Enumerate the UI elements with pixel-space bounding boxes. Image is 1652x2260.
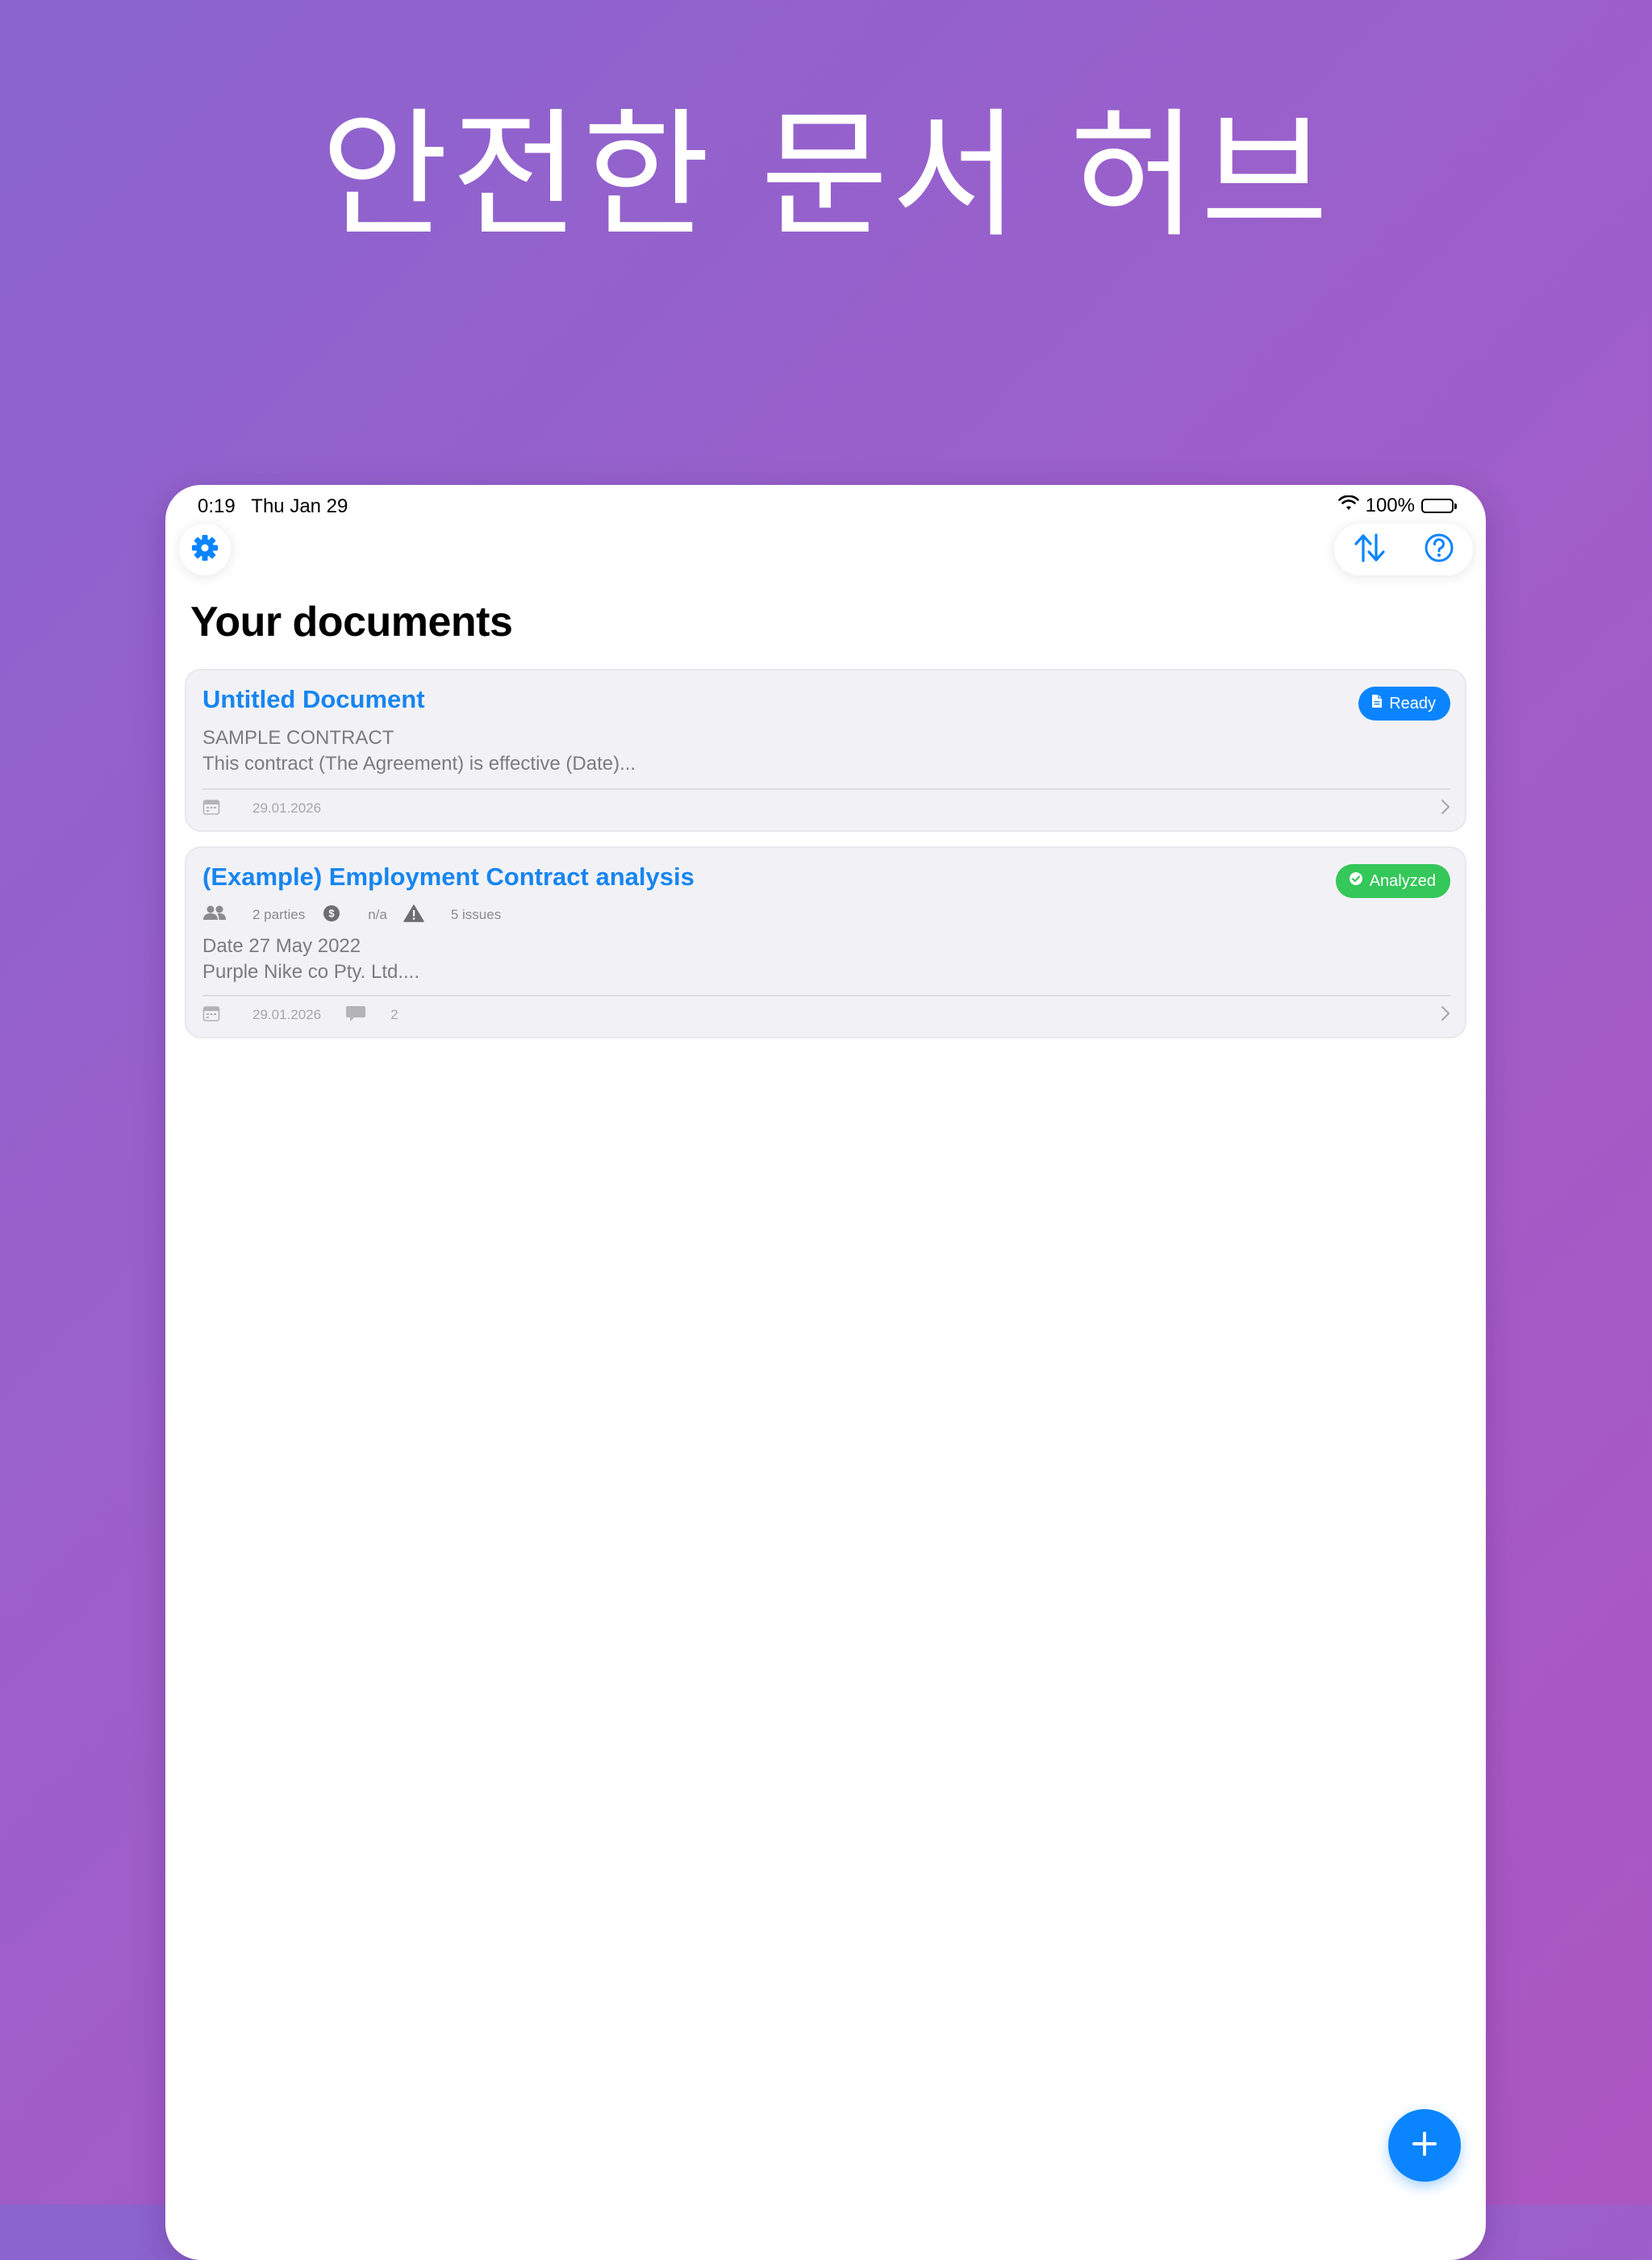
divider	[202, 788, 1450, 790]
card-footer: 29.01.2026 2	[202, 1003, 1450, 1027]
headline: 안전한 문서 허브	[320, 94, 1332, 257]
status-indicators: 100%	[1337, 495, 1457, 517]
wifi-icon	[1337, 495, 1359, 517]
status-badge-label: Analyzed	[1369, 871, 1436, 890]
page-title: Your documents	[190, 599, 513, 645]
document-date: 29.01.2026	[252, 1007, 322, 1022]
status-badge-label: Ready	[1389, 694, 1436, 712]
status-bar: 0:19 Thu Jan 29 100%	[165, 485, 1486, 527]
card-footer: 29.01.2026	[202, 796, 1450, 821]
people-icon	[202, 904, 227, 926]
divider	[202, 995, 1450, 996]
contract-value: n/a	[368, 907, 387, 922]
preview-line: SAMPLE CONTRACT	[202, 727, 394, 749]
analysis-meta: 2 parties $ n/a 5 issues	[202, 903, 501, 927]
sort-arrows-icon	[1352, 533, 1387, 567]
status-time: 0:19 Thu Jan 29	[198, 495, 348, 518]
issues-count: 5 issues	[450, 907, 502, 922]
help-icon	[1423, 533, 1455, 567]
document-icon	[1371, 694, 1383, 713]
ipad-screen: 0:19 Thu Jan 29 100% Your documents Unti…	[165, 485, 1486, 2260]
status-badge: Analyzed	[1335, 864, 1450, 898]
calendar-icon	[202, 1005, 220, 1026]
help-button[interactable]	[1423, 532, 1455, 568]
chevron-right-icon	[1441, 1005, 1450, 1026]
sort-button[interactable]	[1352, 532, 1387, 568]
document-card[interactable]: (Example) Employment Contract analysis A…	[185, 846, 1466, 1038]
toolbar-right	[1334, 524, 1473, 575]
preview-line: Date 27 May 2022	[202, 935, 361, 957]
svg-text:$: $	[329, 907, 336, 919]
document-title: (Example) Employment Contract analysis	[202, 863, 695, 891]
battery-icon	[1421, 499, 1457, 513]
status-clock: 0:19	[198, 495, 236, 517]
gear-icon	[190, 533, 219, 566]
parties-count: 2 parties	[252, 907, 306, 922]
settings-button[interactable]	[179, 524, 231, 575]
comments-count: 2	[390, 1007, 398, 1022]
chevron-right-icon	[1441, 798, 1450, 820]
calendar-icon	[202, 798, 220, 820]
status-badge: Ready	[1358, 687, 1450, 721]
document-card[interactable]: Untitled Document Ready SAMPLE CONTRACT …	[185, 669, 1466, 832]
document-date: 29.01.2026	[252, 800, 322, 816]
checkmark-circle-icon	[1349, 871, 1363, 891]
document-title: Untitled Document	[202, 685, 425, 713]
preview-line: Purple Nike co Pty. Ltd....	[202, 961, 420, 983]
status-date: Thu Jan 29	[251, 495, 348, 517]
preview-line: This contract (The Agreement) is effecti…	[202, 753, 636, 775]
battery-percent: 100%	[1365, 495, 1415, 516]
warning-icon	[403, 904, 424, 926]
comment-icon	[345, 1005, 366, 1026]
dollar-circle-icon: $	[323, 904, 340, 926]
plus-icon	[1410, 2129, 1439, 2162]
add-document-button[interactable]	[1388, 2109, 1461, 2182]
